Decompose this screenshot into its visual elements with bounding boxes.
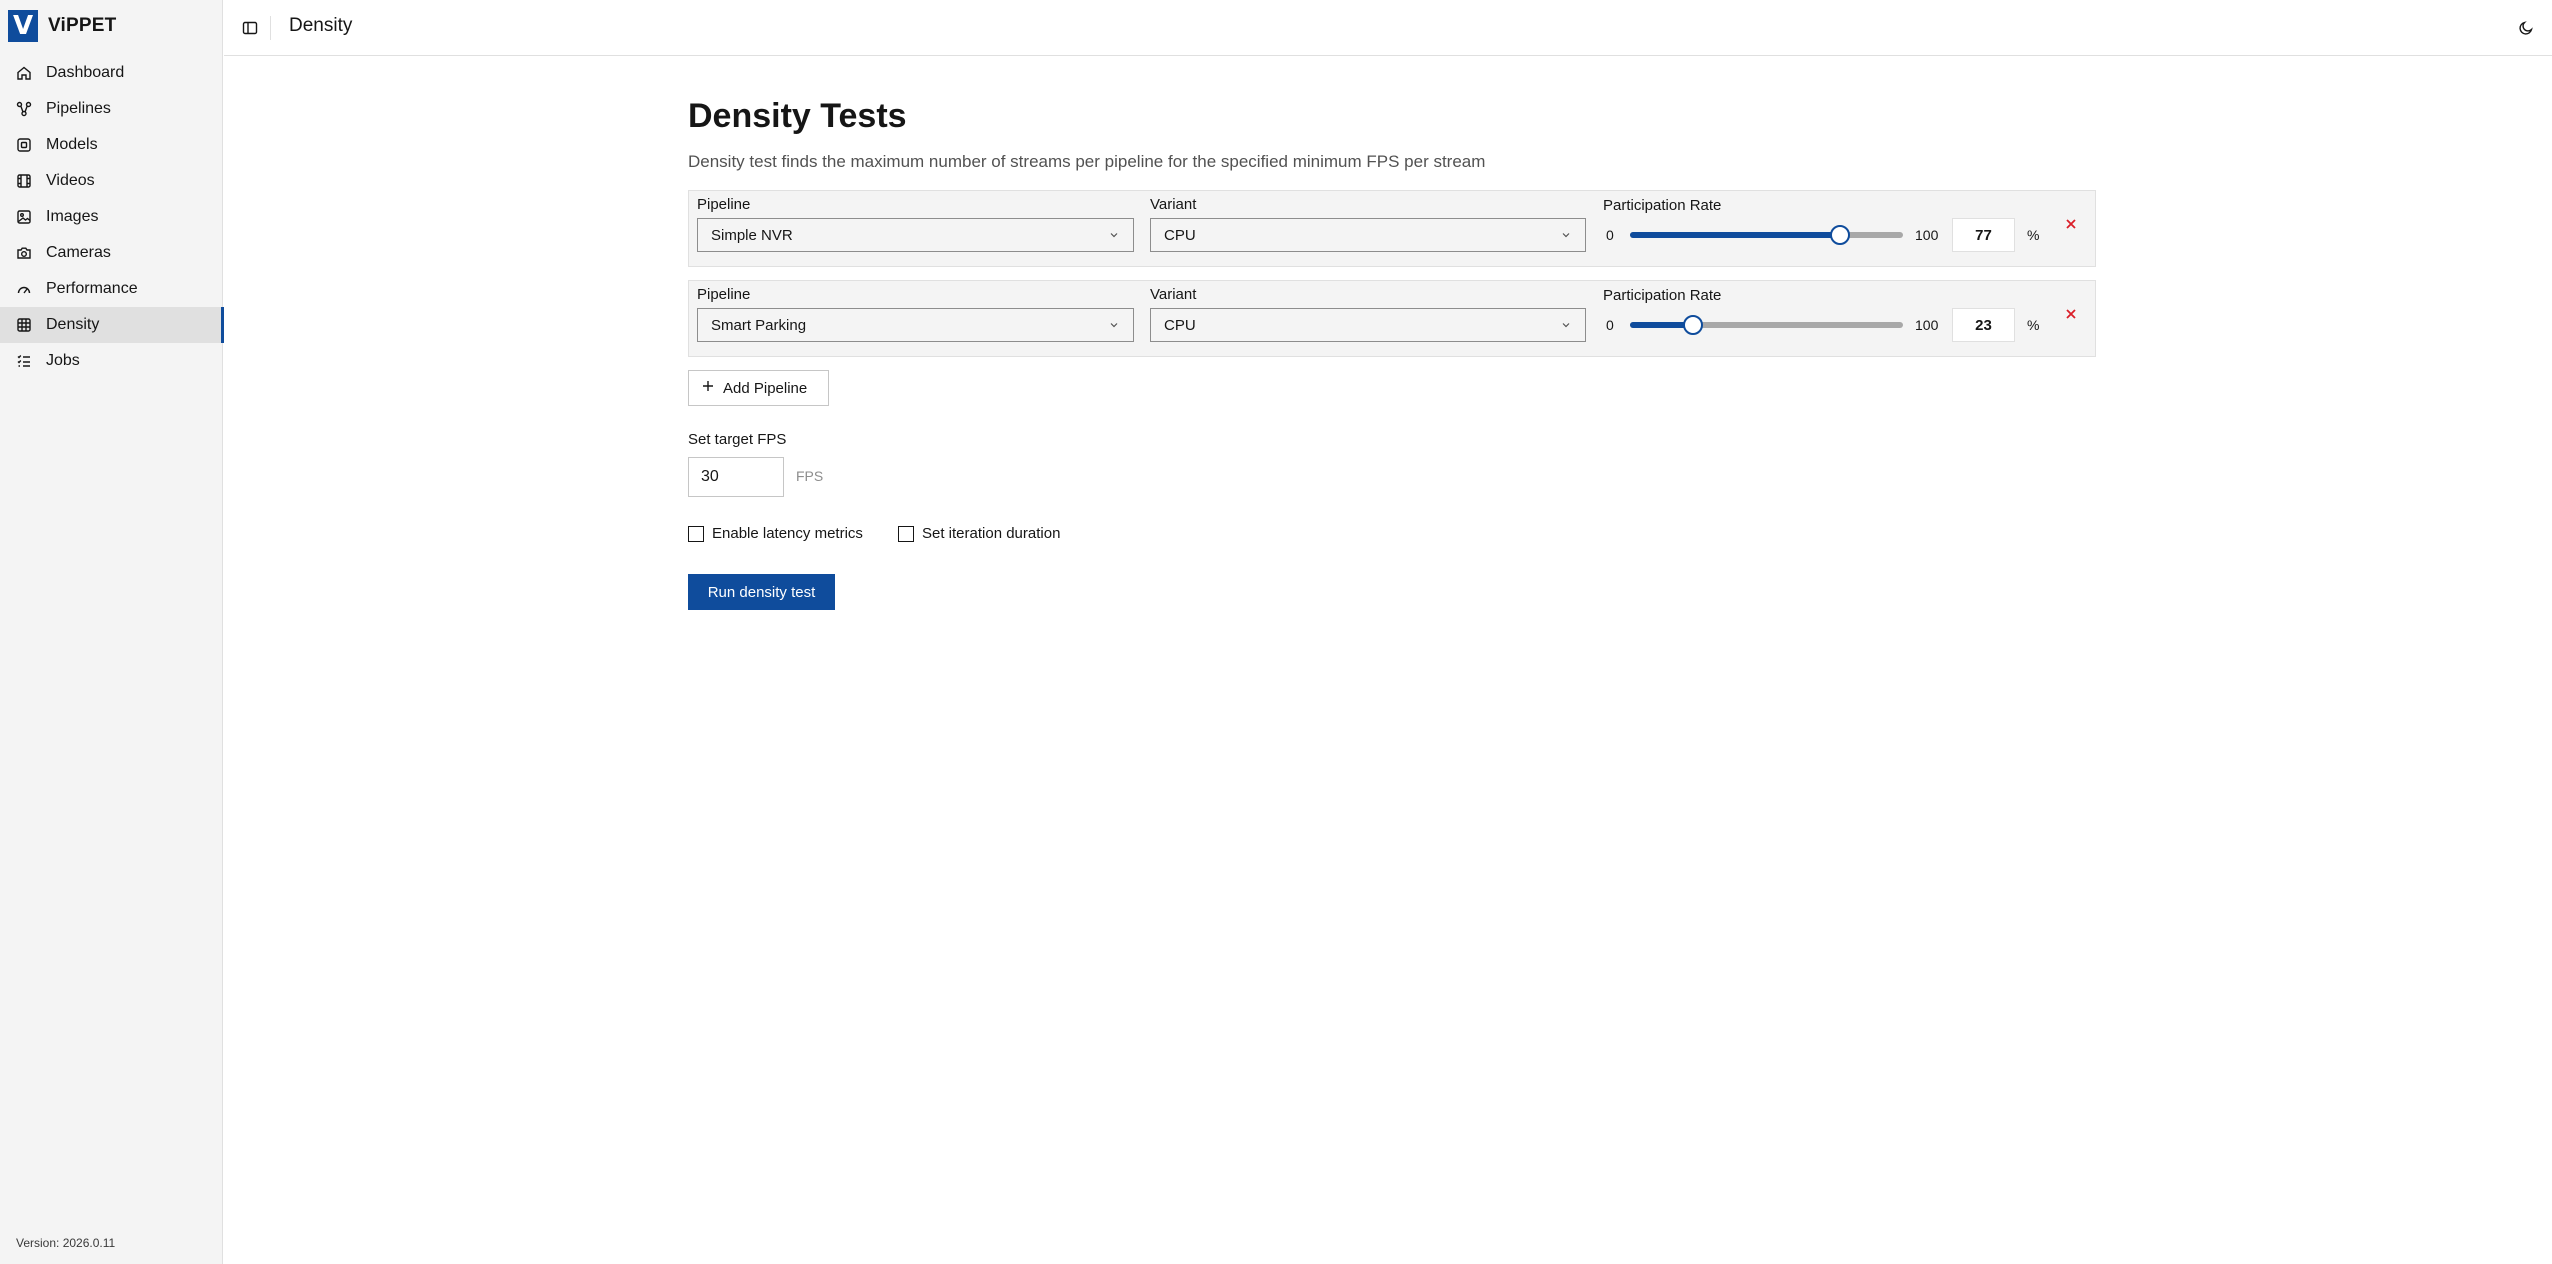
sidebar-item-dashboard[interactable]: Dashboard — [0, 55, 223, 91]
sidebar-item-label: Performance — [46, 280, 138, 297]
variant-select[interactable]: CPU — [1150, 218, 1586, 252]
plus-icon — [701, 379, 715, 397]
page-description: Density test finds the maximum number of… — [688, 152, 1486, 171]
pipeline-select-value: Smart Parking — [711, 316, 807, 334]
participation-rate-input[interactable]: 77 — [1952, 218, 2015, 252]
image-icon — [16, 209, 32, 225]
gauge-icon — [16, 281, 32, 297]
sidebar-item-label: Jobs — [46, 352, 80, 369]
variant-select[interactable]: CPU — [1150, 308, 1586, 342]
sidebar-item-models[interactable]: Models — [0, 127, 223, 163]
app-version: Version: 2026.0.11 — [16, 1236, 116, 1250]
iteration-duration-checkbox[interactable] — [898, 525, 914, 542]
pipeline-select[interactable]: Simple NVR — [697, 218, 1134, 252]
variant-select-value: CPU — [1164, 226, 1196, 244]
sidebar-item-label: Images — [46, 208, 99, 225]
slider-max-label: 100 — [1915, 317, 1939, 333]
main-content: Density Tests Density test finds the max… — [688, 96, 2096, 610]
participation-rate-label: Participation Rate — [1603, 287, 1722, 304]
latency-metrics-checkbox[interactable] — [688, 525, 704, 542]
variant-label: Variant — [1150, 286, 1197, 303]
page-header-title: Density — [289, 15, 353, 36]
participation-rate-input[interactable]: 23 — [1952, 308, 2015, 342]
participation-rate-slider[interactable] — [1630, 315, 1903, 335]
slider-max-label: 100 — [1915, 227, 1939, 243]
slider-thumb[interactable] — [1830, 225, 1851, 245]
grid-icon — [16, 317, 32, 333]
target-fps-input[interactable]: 30 — [688, 457, 784, 497]
pipeline-label: Pipeline — [697, 196, 751, 213]
sidebar-item-label: Dashboard — [46, 64, 125, 81]
sidebar-toggle-icon[interactable] — [240, 18, 260, 38]
camera-icon — [16, 245, 32, 261]
moon-icon[interactable] — [2516, 18, 2536, 38]
percent-unit: % — [2027, 317, 2040, 333]
iteration-duration-option[interactable]: Set iteration duration — [898, 525, 1060, 542]
slider-min-label: 0 — [1606, 227, 1614, 243]
close-icon — [2066, 219, 2076, 229]
film-icon — [16, 173, 32, 189]
latency-metrics-label: Enable latency metrics — [712, 525, 863, 542]
chip-icon — [16, 137, 32, 153]
sidebar-item-label: Density — [46, 316, 100, 333]
pipeline-select-value: Simple NVR — [711, 226, 793, 244]
pipeline-label: Pipeline — [697, 286, 751, 303]
fps-unit: FPS — [796, 468, 824, 484]
run-density-test-button[interactable]: Run density test — [688, 574, 835, 610]
slider-fill — [1630, 232, 1841, 238]
sidebar-item-density[interactable]: Density — [0, 307, 224, 343]
sidebar-nav: Dashboard Pipelines Models Videos Images — [0, 55, 224, 379]
sidebar: V ViPPET Dashboard Pipelines Models Vide… — [0, 0, 224, 1264]
pipeline-select[interactable]: Smart Parking — [697, 308, 1134, 342]
pipeline-icon — [16, 101, 32, 117]
pipeline-row: Pipeline Simple NVR Variant CPU Particip… — [688, 190, 2096, 267]
variant-select-value: CPU — [1164, 316, 1196, 334]
sidebar-item-jobs[interactable]: Jobs — [0, 343, 223, 379]
close-icon — [2066, 309, 2076, 319]
pipeline-row: Pipeline Smart Parking Variant CPU Parti… — [688, 280, 2096, 357]
participation-rate-label: Participation Rate — [1603, 197, 1722, 214]
target-fps-label: Set target FPS — [688, 431, 787, 448]
top-header: Density — [224, 0, 2552, 56]
percent-unit: % — [2027, 227, 2040, 243]
sidebar-item-label: Pipelines — [46, 100, 111, 117]
latency-metrics-option[interactable]: Enable latency metrics — [688, 525, 863, 542]
remove-pipeline-button[interactable] — [2063, 216, 2079, 232]
sidebar-item-cameras[interactable]: Cameras — [0, 235, 223, 271]
variant-label: Variant — [1150, 196, 1197, 213]
chevron-down-icon — [1107, 318, 1121, 332]
list-icon — [16, 353, 32, 369]
sidebar-item-performance[interactable]: Performance — [0, 271, 223, 307]
brand[interactable]: V ViPPET — [8, 10, 116, 42]
iteration-duration-label: Set iteration duration — [922, 525, 1061, 542]
add-pipeline-button[interactable]: Add Pipeline — [688, 370, 829, 406]
sidebar-item-videos[interactable]: Videos — [0, 163, 223, 199]
chevron-down-icon — [1559, 318, 1573, 332]
sidebar-item-images[interactable]: Images — [0, 199, 223, 235]
remove-pipeline-button[interactable] — [2063, 306, 2079, 322]
sidebar-item-pipelines[interactable]: Pipelines — [0, 91, 223, 127]
chevron-down-icon — [1107, 228, 1121, 242]
home-icon — [16, 65, 32, 81]
page-title: Density Tests — [688, 97, 907, 135]
header-divider — [270, 16, 271, 40]
slider-min-label: 0 — [1606, 317, 1614, 333]
participation-rate-slider[interactable] — [1630, 225, 1903, 245]
chevron-down-icon — [1559, 228, 1573, 242]
app-name: ViPPET — [48, 15, 117, 36]
sidebar-item-label: Cameras — [46, 244, 111, 261]
sidebar-item-label: Models — [46, 136, 98, 153]
app-logo: V — [8, 10, 38, 42]
add-pipeline-label: Add Pipeline — [723, 379, 808, 397]
sidebar-item-label: Videos — [46, 172, 95, 189]
slider-thumb[interactable] — [1682, 315, 1703, 335]
